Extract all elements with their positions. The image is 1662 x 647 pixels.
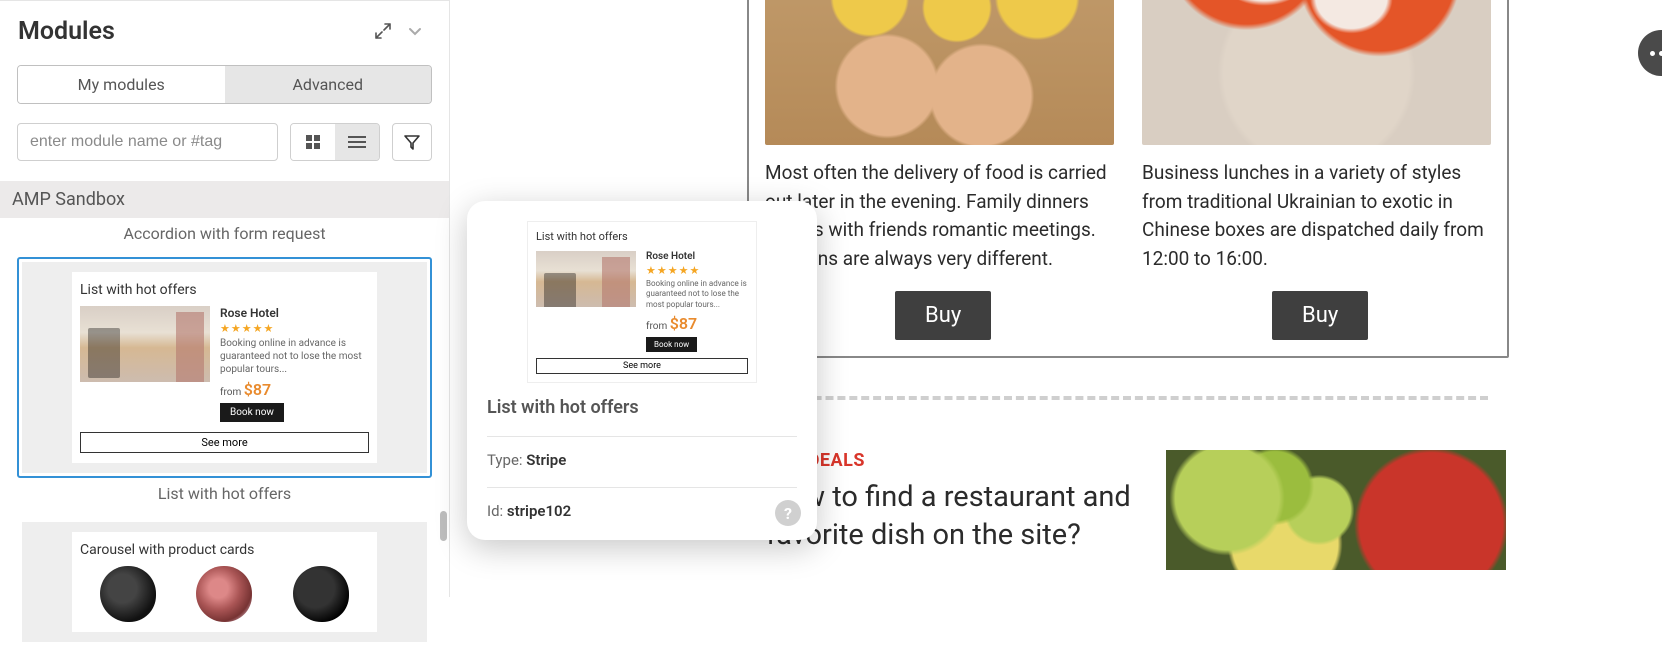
carousel-heading: Carousel with product cards [80, 542, 369, 558]
filter-button[interactable] [392, 123, 432, 161]
modules-sidebar: Modules My modules Advanced AMP Sandbox … [0, 0, 450, 597]
scrollbar-thumb[interactable] [440, 511, 447, 541]
hotel-name: Rose Hotel [220, 306, 369, 320]
content-block-food-cards[interactable]: Most often the delivery of food is carri… [747, 0, 1509, 358]
hotel-blurb: Booking online in advance is guaranteed … [220, 337, 369, 376]
rating-stars: ★★★★★ [646, 264, 748, 277]
hotel-image [536, 251, 636, 307]
tab-advanced[interactable]: Advanced [225, 66, 432, 103]
hot-offers-heading: List with hot offers [536, 230, 748, 243]
rating-stars: ★★★★★ [220, 322, 369, 335]
food-image [765, 0, 1114, 145]
side-panel-toggle[interactable] [1638, 30, 1662, 76]
module-caption-hot-offers: List with hot offers [0, 484, 449, 503]
buy-button[interactable]: Buy [895, 291, 991, 340]
product-thumb [196, 566, 252, 622]
module-info-popover: List with hot offers Rose Hotel ★★★★★ Bo… [467, 201, 817, 540]
expand-icon[interactable] [367, 15, 399, 47]
buy-button[interactable]: Buy [1272, 291, 1368, 340]
see-more-button: See more [536, 358, 748, 374]
divider [766, 396, 1488, 400]
card-text: Most often the delivery of food is carri… [765, 159, 1114, 273]
book-now-button: Book now [220, 403, 284, 422]
category-amp-sandbox: AMP Sandbox [0, 181, 449, 218]
list-view-button[interactable] [335, 124, 379, 160]
hotel-price: from $87 [646, 314, 748, 333]
module-card-hot-offers[interactable]: List with hot offers Rose Hotel ★★★★★ Bo… [17, 257, 432, 478]
sidebar-title: Modules [18, 17, 367, 46]
food-image [1142, 0, 1491, 145]
book-now-button: Book now [646, 337, 697, 352]
view-toggle [290, 123, 380, 161]
hotel-name: Rose Hotel [646, 251, 748, 262]
tab-my-modules[interactable]: My modules [18, 66, 225, 103]
popover-id: Id: stripe102 [487, 502, 797, 520]
popover-title: List with hot offers [487, 397, 797, 418]
help-icon[interactable]: ? [775, 500, 801, 526]
divider [487, 436, 797, 437]
chevron-down-icon[interactable] [399, 15, 431, 47]
hotel-price: from $87 [220, 380, 369, 399]
card-text: Business lunches in a variety of styles … [1142, 159, 1491, 273]
popover-thumbnail: List with hot offers Rose Hotel ★★★★★ Bo… [527, 221, 757, 383]
module-card-carousel[interactable]: Carousel with product cards [17, 517, 432, 647]
module-caption-accordion: Accordion with form request [0, 224, 449, 243]
promo-heading: How to find a restaurant and favorite di… [766, 479, 1136, 554]
promo-image [1166, 450, 1506, 570]
hot-offers-heading: List with hot offers [80, 282, 369, 298]
product-thumb [100, 566, 156, 622]
popover-type: Type: Stripe [487, 451, 797, 469]
divider [487, 487, 797, 488]
see-more-button: See more [80, 432, 369, 453]
product-thumb [293, 566, 349, 622]
grid-view-button[interactable] [291, 124, 335, 160]
module-tabs: My modules Advanced [17, 65, 432, 104]
promo-label: HOT DEALS [766, 450, 1136, 471]
content-block-promo[interactable]: HOT DEALS How to find a restaurant and f… [766, 450, 1506, 570]
hotel-blurb: Booking online in advance is guaranteed … [646, 279, 748, 310]
hotel-image [80, 306, 210, 382]
module-search-input[interactable] [17, 123, 278, 161]
more-icon [1650, 51, 1662, 56]
